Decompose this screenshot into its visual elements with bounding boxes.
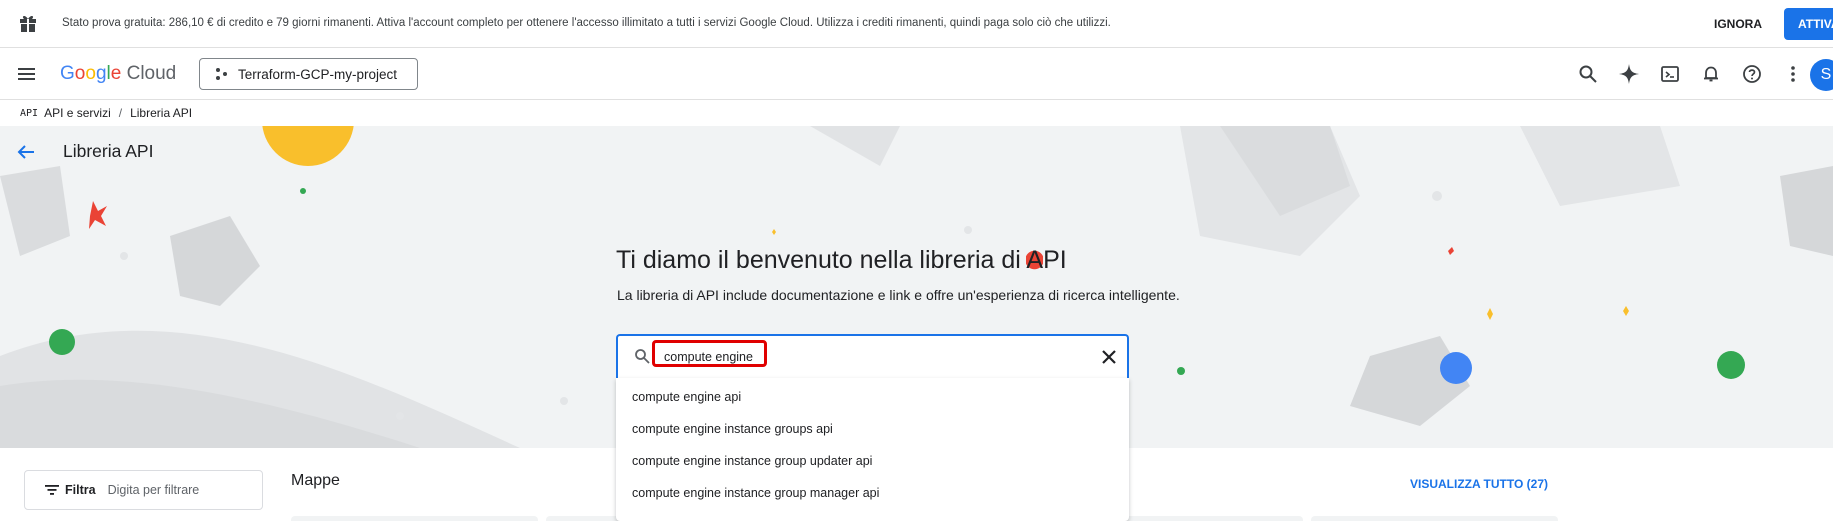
api-search-box xyxy=(616,334,1129,378)
welcome-subtitle: La libreria di API include documentazion… xyxy=(617,287,1180,303)
filter-icon xyxy=(45,485,59,495)
activate-button[interactable]: ATTIVA xyxy=(1784,8,1833,40)
gemini-button[interactable] xyxy=(1615,60,1643,88)
filter-label: Filtra xyxy=(65,483,96,497)
project-name: Terraform-GCP-my-project xyxy=(238,66,398,82)
project-selector[interactable]: Terraform-GCP-my-project xyxy=(199,58,418,90)
clear-icon[interactable] xyxy=(1098,346,1120,368)
breadcrumb: API API e servizi / Libreria API xyxy=(20,106,192,120)
api-icon: API xyxy=(20,107,39,119)
back-arrow-icon[interactable] xyxy=(16,142,36,162)
api-card[interactable] xyxy=(1311,516,1558,521)
search-suggestions: compute engine api compute engine instan… xyxy=(616,378,1129,521)
help-button[interactable] xyxy=(1738,60,1766,88)
top-bar: Google Cloud Terraform-GCP-my-project S xyxy=(0,48,1833,100)
search-icon xyxy=(635,349,650,364)
suggestion-item[interactable]: compute engine instance group manager ap… xyxy=(616,477,1129,509)
welcome-title: Ti diamo il benvenuto nella libreria di … xyxy=(616,246,1067,275)
suggestion-item[interactable]: compute engine instance groups api xyxy=(616,413,1129,445)
suggestion-item[interactable]: compute engine api xyxy=(616,381,1129,413)
search-button[interactable] xyxy=(1574,60,1602,88)
view-all-link[interactable]: VISUALIZZA TUTTO (27) xyxy=(1410,477,1548,491)
suggestion-item[interactable]: compute engine instance group updater ap… xyxy=(616,445,1129,477)
google-cloud-logo[interactable]: Google Cloud xyxy=(60,63,176,85)
project-hub-icon xyxy=(216,68,227,80)
more-options-button[interactable] xyxy=(1779,60,1807,88)
welcome-title-part: Ti diamo il benvenuto nella libreria di xyxy=(616,246,1027,274)
breadcrumb-item-api-services[interactable]: API e servizi xyxy=(44,106,111,120)
search-icon xyxy=(1579,65,1597,83)
more-vert-icon xyxy=(1791,66,1795,82)
bell-icon xyxy=(1704,66,1718,82)
trial-banner-text: Stato prova gratuita: 286,10 € di credit… xyxy=(62,17,1111,29)
welcome-title-end: PI xyxy=(1043,246,1067,274)
notifications-button[interactable] xyxy=(1697,60,1725,88)
filter-input[interactable]: Digita per filtrare xyxy=(108,483,200,497)
trial-banner: Stato prova gratuita: 286,10 € di credit… xyxy=(0,0,1833,48)
sparkle-icon xyxy=(1619,64,1639,84)
breadcrumb-separator: / xyxy=(118,106,123,120)
filter-box[interactable]: Filtra Digita per filtrare xyxy=(24,470,263,510)
dismiss-button[interactable]: IGNORA xyxy=(1700,9,1776,39)
top-icons-group xyxy=(1574,60,1820,88)
hamburger-menu-icon[interactable] xyxy=(16,64,38,84)
section-title-maps: Mappe xyxy=(291,472,340,489)
help-icon xyxy=(1743,65,1761,83)
gift-icon xyxy=(20,15,36,32)
api-card[interactable] xyxy=(291,516,538,521)
breadcrumb-item-api-library: Libreria API xyxy=(130,106,193,120)
logo-cloud-text: Cloud xyxy=(126,63,177,84)
cloud-shell-button[interactable] xyxy=(1656,60,1684,88)
welcome-title-a: A xyxy=(1026,246,1044,274)
logo-google-text: Google xyxy=(60,63,122,84)
search-input[interactable] xyxy=(664,345,1064,369)
terminal-icon xyxy=(1661,66,1679,82)
page-title: Libreria API xyxy=(63,141,154,161)
